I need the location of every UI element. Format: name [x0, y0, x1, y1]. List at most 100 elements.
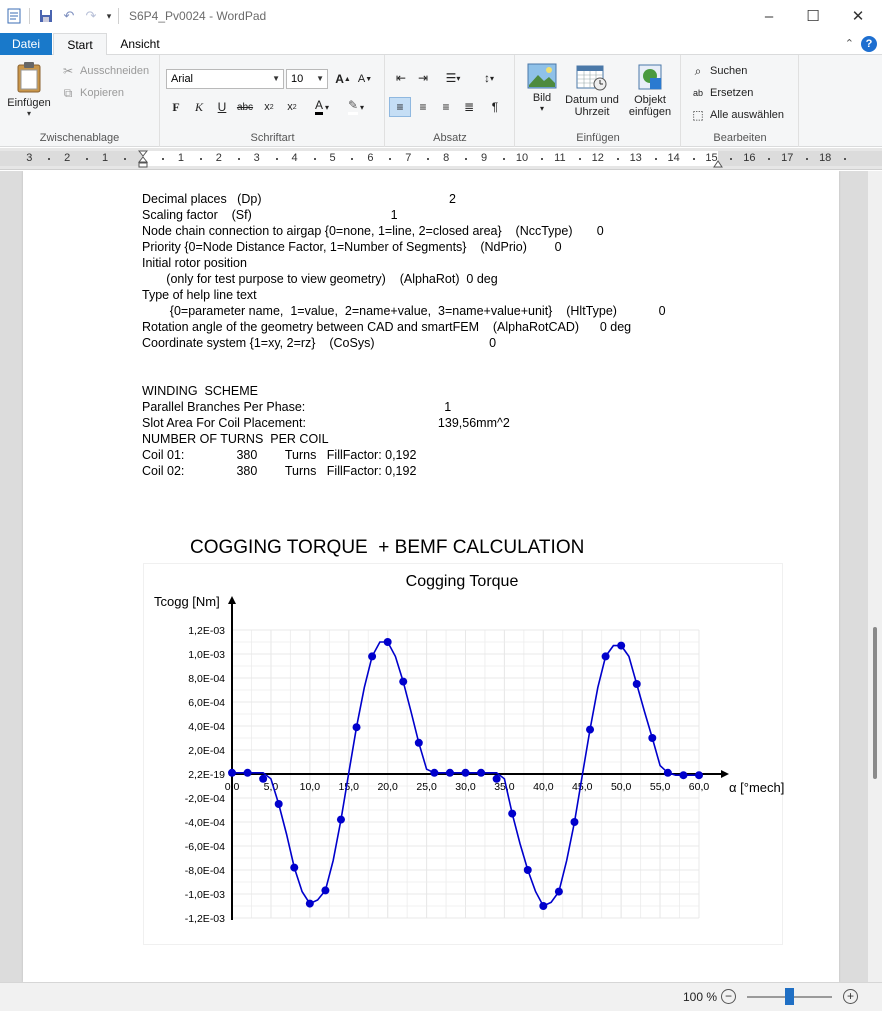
- tab-file[interactable]: Datei: [0, 33, 52, 55]
- select-all-label: Alle auswählen: [710, 109, 784, 121]
- replace-button[interactable]: ab Ersetzen: [690, 85, 753, 101]
- bullet-list-icon[interactable]: ☰ ▾: [438, 68, 468, 88]
- y-tick-label: 1,2E-03: [188, 625, 225, 637]
- insert-picture-button[interactable]: Bild ▾: [522, 63, 562, 113]
- ruler-number: 18: [819, 152, 832, 164]
- bold-icon[interactable]: F: [165, 97, 187, 117]
- chevron-down-icon: ▼: [272, 74, 280, 83]
- tab-view[interactable]: Ansicht: [110, 33, 170, 55]
- italic-icon[interactable]: K: [188, 97, 210, 117]
- document-page[interactable]: Decimal places (Dp) 2 Scaling factor (Sf)…: [23, 171, 839, 982]
- data-point: [399, 677, 408, 686]
- x-tick-label: 55,0: [650, 781, 671, 793]
- superscript-icon[interactable]: x2: [281, 97, 303, 117]
- align-right-icon[interactable]: ≡: [435, 97, 457, 117]
- tab-home[interactable]: Start: [53, 33, 107, 56]
- align-left-icon[interactable]: ≡: [389, 97, 411, 117]
- y-tick-label: -4,0E-04: [185, 817, 225, 829]
- paragraph-settings-icon[interactable]: ¶: [484, 97, 506, 117]
- cogging-torque-chart: Cogging Torque Tcogg [Nm] α [°mech] 1,2E-03…: [143, 563, 784, 945]
- ruler-number: 11: [554, 152, 566, 164]
- align-center-icon[interactable]: ≡: [412, 97, 434, 117]
- data-point: [336, 815, 345, 824]
- data-point: [461, 768, 470, 777]
- data-point: [679, 771, 688, 780]
- status-bar: 100 % − +: [0, 982, 882, 1011]
- insert-object-button[interactable]: Objekt einfügen: [624, 63, 676, 118]
- picture-icon: [527, 63, 557, 89]
- document-heading: COGGING TORQUE + BEMF CALCULATION: [190, 537, 585, 558]
- customize-dropdown-icon[interactable]: ▾: [103, 8, 115, 24]
- ruler-number: 2: [215, 152, 222, 164]
- data-point: [352, 723, 361, 732]
- x-tick-label: 25,0: [416, 781, 437, 793]
- font-family-select[interactable]: Arial ▼: [166, 69, 284, 89]
- cut-button[interactable]: ✂ Ausschneiden: [60, 63, 149, 79]
- y-tick-label: 6,0E-04: [188, 697, 225, 709]
- find-label: Suchen: [710, 65, 748, 77]
- strikethrough-icon[interactable]: abc: [234, 97, 256, 117]
- zoom-in-button[interactable]: +: [843, 989, 858, 1004]
- insert-datetime-button[interactable]: Datum und Uhrzeit: [562, 63, 622, 118]
- copy-button[interactable]: ⧉ Kopieren: [60, 85, 124, 101]
- right-indent-marker-icon[interactable]: [713, 157, 723, 168]
- data-point: [477, 768, 486, 777]
- find-button[interactable]: ⌕ Suchen: [690, 63, 748, 79]
- collapse-ribbon-icon[interactable]: ⌃: [845, 37, 854, 50]
- increase-indent-icon[interactable]: ⇥: [412, 68, 434, 88]
- font-group: Arial ▼ 10 ▼ A ▲ A ▼ F K U abc x2 x2 A ▾ ✎ ▾…: [161, 55, 385, 147]
- grow-font-icon[interactable]: A ▲: [332, 69, 354, 89]
- paste-button[interactable]: Einfügen ▾: [4, 61, 54, 118]
- y-tick-label: -2,0E-04: [185, 793, 225, 805]
- decrease-indent-icon[interactable]: ⇤: [390, 68, 412, 88]
- document-line: Initial rotor position: [142, 256, 247, 270]
- scissors-icon: ✂: [62, 64, 74, 78]
- scrollbar-thumb[interactable]: [873, 627, 877, 779]
- y-tick-label: 8,0E-04: [188, 673, 225, 685]
- vertical-scrollbar[interactable]: [868, 171, 882, 982]
- clipboard-group: Einfügen ▾ ✂ Ausschneiden ⧉ Kopieren Zwi…: [0, 55, 160, 147]
- insert-group: Bild ▾ Datum und Uhrzeit Objekt einfügen…: [516, 55, 681, 147]
- close-button[interactable]: ✕: [835, 0, 881, 32]
- justify-icon[interactable]: ≣: [458, 97, 480, 117]
- line-spacing-icon[interactable]: ↕ ▾: [474, 68, 504, 88]
- object-icon: [638, 64, 662, 90]
- highlight-icon[interactable]: ✎ ▾: [341, 97, 371, 117]
- ruler-number: 17: [781, 152, 794, 164]
- subscript-icon[interactable]: x2: [258, 97, 280, 117]
- underline-icon[interactable]: U: [211, 97, 233, 117]
- clipboard-group-label: Zwischenablage: [39, 132, 120, 144]
- shrink-font-icon[interactable]: A ▼: [354, 69, 376, 89]
- zoom-level: 100 %: [683, 990, 718, 1004]
- insert-object-label-1: Objekt: [634, 94, 666, 106]
- indent-marker-icon[interactable]: [137, 150, 149, 168]
- data-point: [508, 809, 517, 818]
- zoom-out-button[interactable]: −: [721, 989, 736, 1004]
- maximize-button[interactable]: ☐: [790, 0, 836, 32]
- wordpad-app-icon[interactable]: [6, 8, 22, 24]
- undo-icon[interactable]: ↶: [61, 8, 77, 24]
- save-icon[interactable]: [38, 8, 54, 24]
- document-line: Node chain connection to airgap {0=none,…: [142, 224, 604, 238]
- font-size-select[interactable]: 10 ▼: [286, 69, 328, 89]
- document-line: Coil 01: 380 Turns FillFactor: 0,192: [142, 448, 417, 462]
- ruler[interactable]: 3 2 1 1 2 3 4 5 6 7 8 9 10 11 12 13 14 15 16 17 18: [0, 148, 882, 170]
- data-point: [290, 863, 299, 872]
- redo-icon[interactable]: ↷: [83, 8, 99, 24]
- x-tick-label: 50,0: [611, 781, 632, 793]
- ribbon: Einfügen ▾ ✂ Ausschneiden ⧉ Kopieren Zwi…: [0, 55, 882, 147]
- zoom-slider-thumb[interactable]: [785, 988, 794, 1005]
- document-line: Slot Area For Coil Placement: 139,56mm^2: [142, 416, 510, 430]
- data-point: [632, 680, 641, 688]
- font-color-icon[interactable]: A ▾: [307, 97, 337, 117]
- help-icon[interactable]: ?: [861, 36, 877, 52]
- document-line: (only for test purpose to view geometry)…: [142, 272, 498, 286]
- data-point: [414, 738, 423, 747]
- data-point: [492, 774, 501, 783]
- data-point: [601, 652, 610, 661]
- font-group-label: Schriftart: [250, 132, 295, 144]
- document-line: Rotation angle of the geometry between C…: [142, 320, 632, 334]
- ruler-number: 6: [367, 152, 374, 164]
- select-all-button[interactable]: ⬚ Alle auswählen: [690, 107, 784, 123]
- minimize-button[interactable]: –: [746, 0, 792, 32]
